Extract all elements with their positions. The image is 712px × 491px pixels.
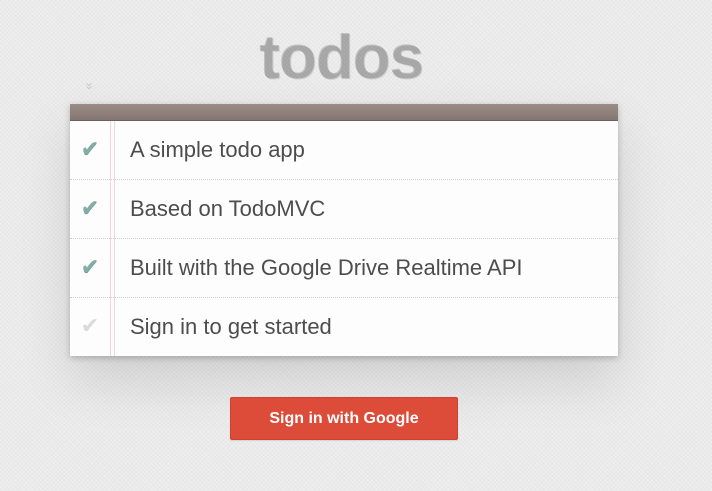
chevron-double-down-icon: » <box>82 82 98 90</box>
toggle-all-icon[interactable]: » <box>82 78 98 94</box>
card-header-bar <box>70 104 618 121</box>
todo-item[interactable]: ✔ Built with the Google Drive Realtime A… <box>70 239 618 298</box>
todo-item[interactable]: ✔ A simple todo app <box>70 121 618 180</box>
todo-label: Sign in to get started <box>130 314 332 339</box>
todo-list: ✔ A simple todo app ✔ Based on TodoMVC ✔… <box>70 121 618 356</box>
app-title: todos <box>260 24 425 93</box>
todo-item[interactable]: ✔ Based on TodoMVC <box>70 180 618 239</box>
checkmark-icon[interactable]: ✔ <box>70 316 110 338</box>
sign-in-with-google-button[interactable]: Sign in with Google <box>230 397 458 440</box>
checkmark-icon[interactable]: ✔ <box>70 139 110 161</box>
todo-item[interactable]: ✔ Sign in to get started <box>70 298 618 356</box>
checkmark-icon[interactable]: ✔ <box>70 198 110 220</box>
todo-card: ✔ A simple todo app ✔ Based on TodoMVC ✔… <box>70 104 618 356</box>
todo-label: Based on TodoMVC <box>130 196 326 221</box>
checkmark-icon[interactable]: ✔ <box>70 257 110 279</box>
todo-label: Built with the Google Drive Realtime API <box>130 255 523 280</box>
todo-label: A simple todo app <box>130 137 305 162</box>
